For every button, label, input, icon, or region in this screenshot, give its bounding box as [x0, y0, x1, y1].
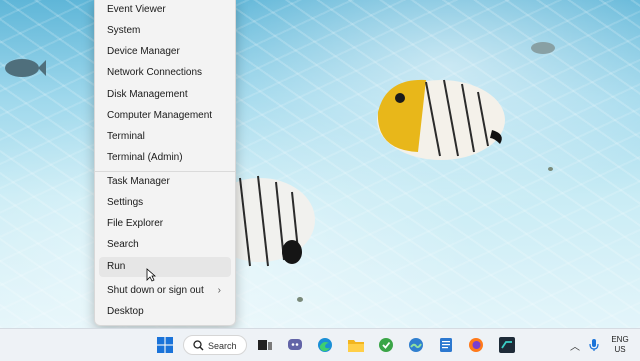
menu-item-label: Shut down or sign out	[107, 285, 204, 296]
menu-item-desktop[interactable]: Desktop	[99, 302, 231, 322]
maps-icon	[409, 338, 423, 352]
terminal-app-button[interactable]	[497, 335, 517, 355]
mouse-pointer-icon	[146, 268, 156, 282]
menu-item-terminal-admin[interactable]: Terminal (Admin)	[99, 148, 231, 168]
menu-item-settings[interactable]: Settings	[99, 193, 231, 213]
menu-item-terminal[interactable]: Terminal	[99, 127, 231, 147]
microphone-button[interactable]	[584, 335, 604, 355]
language-indicator[interactable]: ENG US	[606, 335, 634, 355]
file-explorer-button[interactable]	[346, 335, 366, 355]
terminal-app-icon	[499, 337, 515, 353]
notepad-icon	[440, 338, 452, 352]
taskbar: Search ︿ ENG US	[0, 328, 640, 361]
menu-item-device-manager[interactable]: Device Manager	[99, 42, 231, 62]
menu-item-system[interactable]: System	[99, 21, 231, 41]
search-label: Search	[208, 341, 237, 351]
language-code: ENG	[611, 335, 629, 344]
task-view-icon	[258, 340, 272, 350]
menu-item-disk-management[interactable]: Disk Management	[99, 85, 231, 105]
quick-link-menu: Event Viewer System Device Manager Netwo…	[94, 0, 236, 326]
menu-item-computer-management[interactable]: Computer Management	[99, 106, 231, 126]
butterflyfish-second-image	[230, 175, 315, 267]
butterflyfish-image	[377, 79, 505, 160]
microphone-icon	[589, 339, 599, 351]
menu-item-search[interactable]: Search	[99, 235, 231, 255]
app-green-icon	[379, 338, 393, 352]
windows-logo-icon	[157, 337, 173, 353]
edge-button[interactable]	[315, 335, 335, 355]
region-code: US	[614, 345, 626, 354]
menu-item-network-connections[interactable]: Network Connections	[99, 63, 231, 83]
firefox-button[interactable]	[466, 335, 486, 355]
notepad-button[interactable]	[436, 335, 456, 355]
taskbar-search-box[interactable]: Search	[183, 335, 247, 355]
start-button[interactable]	[155, 335, 175, 355]
search-icon	[193, 340, 204, 351]
edge-icon	[318, 338, 332, 352]
menu-item-event-viewer[interactable]: Event Viewer	[99, 0, 231, 20]
small-fish-right-image	[531, 42, 555, 54]
menu-item-file-explorer[interactable]: File Explorer	[99, 214, 231, 234]
app-green-button[interactable]	[376, 335, 396, 355]
chat-icon	[288, 339, 302, 350]
pebble	[297, 297, 303, 302]
show-hidden-icons-button[interactable]: ︿	[565, 335, 585, 355]
task-view-button[interactable]	[255, 335, 275, 355]
firefox-icon	[469, 338, 483, 352]
chevron-right-icon: ›	[217, 285, 221, 296]
small-fish-left-image	[5, 59, 46, 77]
menu-item-shut-down-or-sign-out[interactable]: Shut down or sign out ›	[99, 281, 231, 301]
menu-item-run[interactable]: Run	[99, 257, 231, 277]
maps-button[interactable]	[406, 335, 426, 355]
pebble	[548, 167, 553, 171]
chevron-up-icon: ︿	[570, 341, 580, 353]
menu-item-task-manager[interactable]: Task Manager	[99, 172, 231, 192]
chat-button[interactable]	[285, 335, 305, 355]
file-explorer-icon	[348, 340, 364, 352]
